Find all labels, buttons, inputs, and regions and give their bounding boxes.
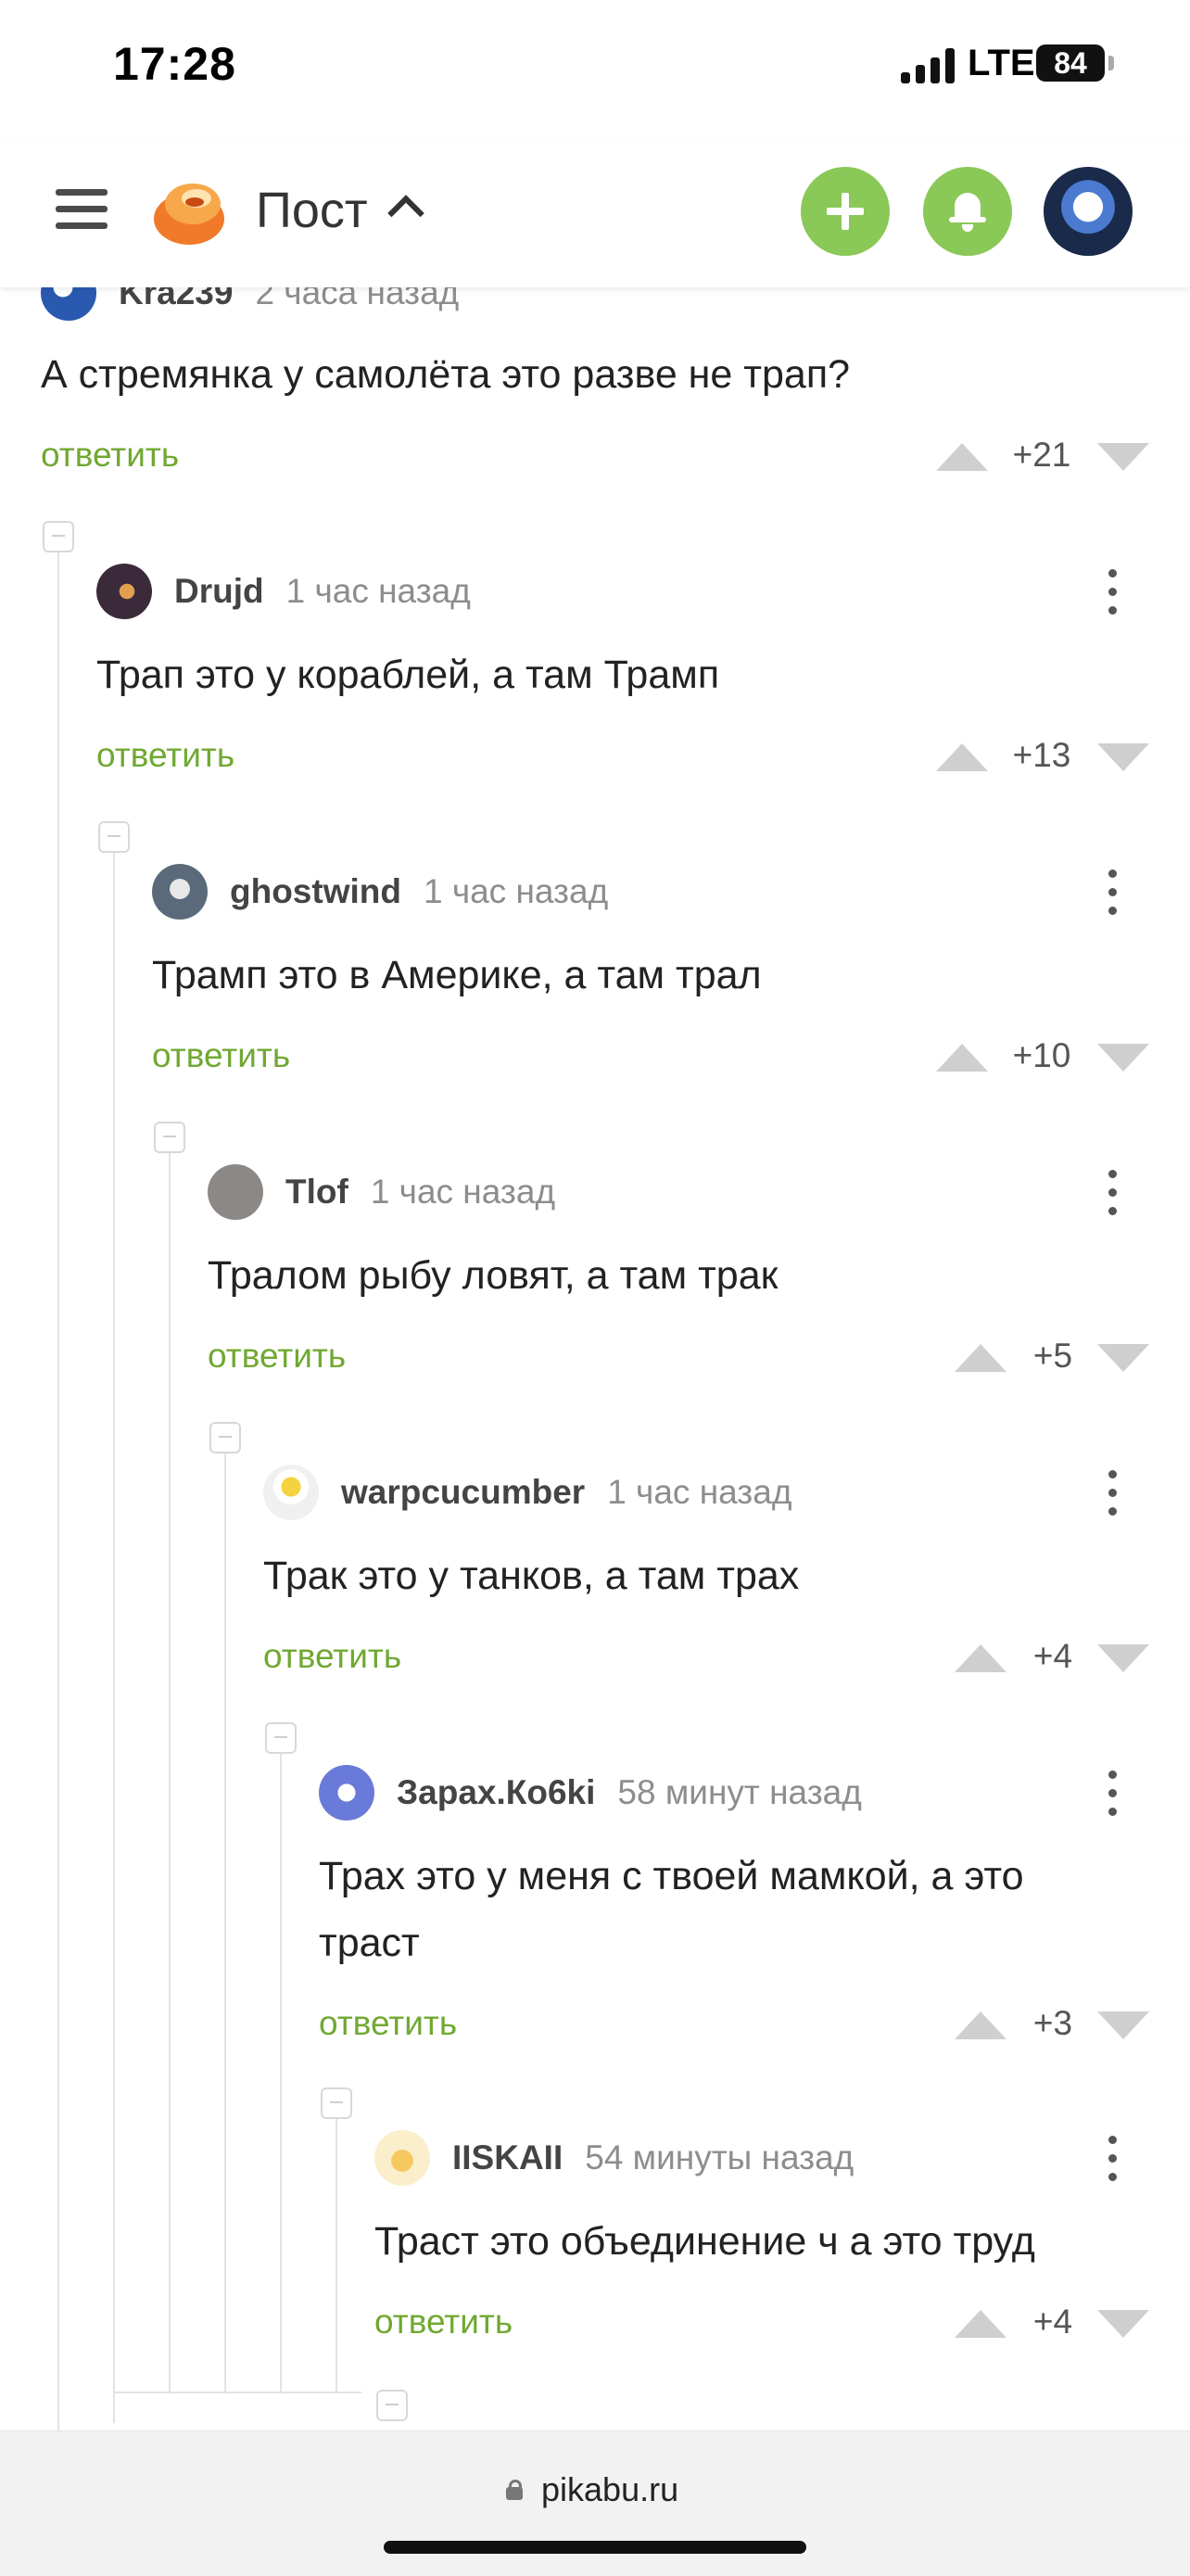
reply-link[interactable]: ответить — [208, 1337, 346, 1376]
collapse-toggle[interactable] — [209, 1422, 241, 1453]
comment-rating: +3 — [1032, 2004, 1073, 2042]
comment-time[interactable]: 1 час назад — [286, 572, 471, 611]
home-indicator[interactable] — [384, 2541, 806, 2554]
comment-time[interactable]: 1 час назад — [424, 872, 608, 911]
downvote-icon[interactable] — [1097, 1044, 1149, 1072]
comment-time[interactable]: 1 час назад — [371, 1173, 555, 1212]
upvote-icon[interactable] — [936, 443, 988, 471]
comment-text-line-2: траст — [319, 1921, 420, 1965]
app-header: Пост — [0, 139, 1190, 287]
comment-text-line-1: Трах это у меня с твоей мамкой, а это — [319, 1854, 1024, 1898]
thread-line — [57, 547, 59, 2430]
avatar[interactable] — [319, 1765, 374, 1821]
comment-rating: +4 — [1032, 1637, 1073, 1675]
comment-rating: +5 — [1032, 1337, 1073, 1375]
collapse-toggle[interactable] — [376, 2390, 408, 2421]
comment-text: А стремянка у самолёта это разве не трап… — [41, 352, 851, 397]
avatar[interactable] — [374, 2130, 430, 2186]
comment-meta: Tlof 1 час назад — [208, 1164, 555, 1220]
comment-author[interactable]: warpcucumber — [341, 1473, 585, 1512]
url-text[interactable]: pikabu.ru — [541, 2470, 678, 2509]
avatar[interactable] — [208, 1164, 263, 1220]
page-title[interactable]: Пост — [256, 182, 368, 239]
profile-avatar[interactable] — [1044, 167, 1133, 256]
downvote-icon[interactable] — [1097, 1344, 1149, 1372]
chevron-up-icon[interactable] — [387, 195, 424, 232]
lock-icon — [506, 2480, 523, 2500]
comment-rating: +13 — [1012, 736, 1071, 774]
avatar[interactable] — [152, 864, 208, 920]
comment-time[interactable]: 1 час назад — [607, 1473, 791, 1512]
comment-text: Трамп это в Америке, а там трал — [152, 953, 762, 997]
thread-line — [113, 2392, 361, 2393]
reply-link[interactable]: ответить — [319, 2004, 457, 2043]
comment-author[interactable]: ghostwind — [230, 872, 401, 911]
add-post-button[interactable] — [801, 167, 890, 256]
notifications-button[interactable] — [923, 167, 1012, 256]
reply-link[interactable]: ответить — [152, 1036, 290, 1075]
collapse-toggle[interactable] — [154, 1122, 185, 1153]
thread-line — [280, 1750, 282, 2392]
comment-meta: Зарах.Ко6ki 58 минут назад — [319, 1765, 862, 1821]
more-options-icon[interactable] — [1108, 1770, 1118, 1817]
reply-link[interactable]: ответить — [374, 2303, 513, 2341]
comment-author[interactable]: Drujd — [174, 572, 264, 611]
avatar[interactable] — [263, 1465, 319, 1520]
more-options-icon[interactable] — [1108, 2136, 1118, 2182]
downvote-icon[interactable] — [1097, 1644, 1149, 1672]
reply-link[interactable]: ответить — [263, 1637, 401, 1676]
avatar[interactable] — [96, 564, 152, 619]
comment-text: Траст это объединение ч а это труд — [374, 2219, 1035, 2264]
reply-link[interactable]: ответить — [41, 436, 179, 475]
comment-meta: warpcucumber 1 час назад — [263, 1465, 791, 1520]
downvote-icon[interactable] — [1097, 743, 1149, 771]
more-options-icon[interactable] — [1108, 1470, 1118, 1516]
upvote-icon[interactable] — [936, 1044, 988, 1072]
more-options-icon[interactable] — [1108, 869, 1118, 916]
collapse-toggle[interactable] — [98, 821, 130, 853]
comment-text: Трап это у кораблей, а там Трамп — [96, 653, 720, 697]
upvote-icon[interactable] — [936, 743, 988, 771]
upvote-icon[interactable] — [955, 2011, 1006, 2039]
browser-address-bar[interactable]: pikabu.ru — [0, 2430, 1190, 2576]
comment-rating: +21 — [1012, 436, 1071, 474]
comment-time[interactable]: 58 минут назад — [617, 1773, 861, 1812]
pikabu-logo-icon[interactable] — [150, 171, 228, 248]
comment-time[interactable]: 54 минуты назад — [585, 2138, 854, 2177]
downvote-icon[interactable] — [1097, 443, 1149, 471]
reply-link[interactable]: ответить — [96, 736, 234, 775]
more-options-icon[interactable] — [1108, 1170, 1118, 1216]
comment-meta: ghostwind 1 час назад — [152, 864, 608, 920]
downvote-icon[interactable] — [1097, 2011, 1149, 2039]
comment-author[interactable]: IISKAII — [452, 2138, 563, 2177]
comment-text: Тралом рыбу ловят, а там трак — [208, 1253, 779, 1298]
collapse-toggle[interactable] — [321, 2087, 352, 2119]
collapse-toggle[interactable] — [265, 1722, 297, 1754]
comment-meta: Drujd 1 час назад — [96, 564, 471, 619]
thread-line — [224, 1450, 226, 2392]
comment-text: Трак это у танков, а там трах — [263, 1554, 800, 1598]
upvote-icon[interactable] — [955, 2310, 1006, 2338]
collapse-toggle[interactable] — [43, 521, 74, 552]
thread-line — [335, 2115, 337, 2392]
more-options-icon[interactable] — [1108, 569, 1118, 615]
comment-author[interactable]: Зарах.Ко6ki — [397, 1773, 595, 1812]
comment-meta: IISKAII 54 минуты назад — [374, 2130, 854, 2186]
upvote-icon[interactable] — [955, 1344, 1006, 1372]
thread-line — [169, 1149, 171, 2392]
comment-author[interactable]: Tlof — [285, 1173, 348, 1212]
comments-thread: Kra239 2 часа назад А стремянка у самолё… — [0, 0, 1190, 2575]
upvote-icon[interactable] — [955, 1644, 1006, 1672]
comment-rating: +4 — [1032, 2303, 1073, 2341]
downvote-icon[interactable] — [1097, 2310, 1149, 2338]
thread-line — [113, 847, 115, 2423]
menu-icon[interactable] — [56, 184, 108, 235]
comment-rating: +10 — [1012, 1036, 1071, 1074]
